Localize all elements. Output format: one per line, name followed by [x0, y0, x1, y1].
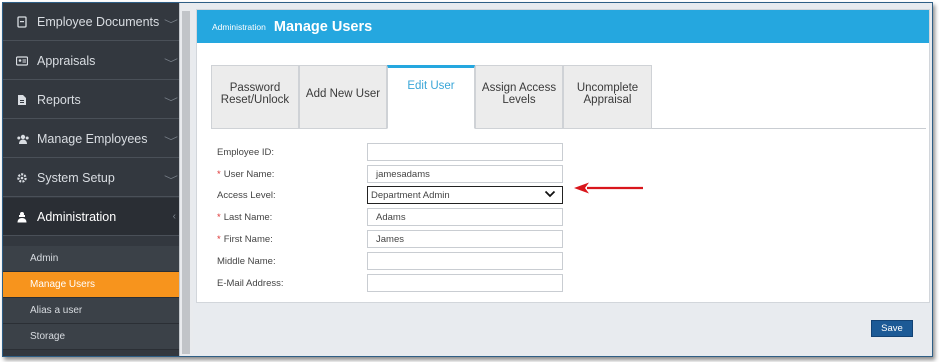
required-marker: * [217, 211, 221, 223]
document-icon [16, 15, 28, 28]
middle-name-row: Middle Name: [217, 252, 563, 270]
chevron-left-icon: ‹ [172, 211, 176, 222]
sidebar-subitem-label: Admin [30, 253, 59, 264]
sidebar-item-label: Administration [37, 209, 117, 224]
user-name-field[interactable]: jamesadams [367, 165, 563, 183]
email-label: E-Mail Address: [217, 277, 284, 289]
scrollbar-thumb[interactable] [182, 11, 190, 354]
last-name-field[interactable]: Adams [367, 208, 563, 226]
chevron-down-icon: ﹀ [164, 98, 178, 109]
tab-label: Assign Access [481, 82, 557, 94]
chevron-down-icon [544, 190, 558, 201]
tab-uncomplete-appraisal[interactable]: Uncomplete Appraisal [563, 65, 652, 129]
chevron-down-icon: ﹀ [164, 20, 178, 31]
sidebar-subitem-label: Storage [30, 331, 66, 342]
middle-name-label: Middle Name: [217, 255, 276, 267]
sidebar-item-employee-documents[interactable]: Employee Documents ﹀ [3, 3, 179, 41]
sidebar-scrollbar[interactable] [179, 3, 193, 356]
tab-label: Reset/Unlock [220, 94, 290, 106]
last-name-row: * Last Name: Adams [217, 208, 563, 226]
chevron-down-icon: ﹀ [164, 59, 178, 70]
breadcrumb[interactable]: Administration [212, 22, 266, 32]
access-level-select[interactable]: Department Admin [367, 186, 563, 204]
required-marker: * [217, 168, 221, 180]
chevron-down-icon: ﹀ [164, 176, 178, 187]
tab-label: Levels [502, 94, 536, 106]
sidebar-item-label: Appraisals [37, 53, 96, 68]
sidebar-subitem-label: Alias a user [30, 305, 83, 316]
users-icon [16, 133, 29, 145]
sidebar-item-system-setup[interactable]: System Setup ﹀ [3, 159, 179, 197]
employee-id-row: Employee ID: [217, 143, 563, 161]
sidebar-item-reports[interactable]: Reports ﹀ [3, 81, 179, 119]
email-row: E-Mail Address: [217, 274, 563, 292]
required-marker: * [217, 233, 221, 245]
report-icon [16, 94, 28, 106]
employee-id-label: Employee ID: [217, 146, 275, 158]
tab-label: Uncomplete [576, 82, 639, 94]
page-header: Administration Manage Users [197, 10, 929, 43]
access-level-label: Access Level: [217, 189, 276, 201]
first-name-label: First Name: [223, 233, 273, 245]
access-level-value: Department Admin [371, 189, 450, 201]
sidebar-item-label: Manage Employees [37, 131, 148, 146]
email-field[interactable] [367, 274, 563, 292]
sidebar-subitem-alias-a-user[interactable]: Alias a user [3, 298, 179, 324]
main-panel: Administration Manage Users Password Rese… [196, 9, 930, 303]
sidebar-subitem-storage[interactable]: Storage [3, 324, 179, 350]
tab-add-new-user[interactable]: Add New User [299, 65, 387, 129]
user-name-row: * User Name: jamesadams [217, 165, 563, 183]
sidebar-item-manage-employees[interactable]: Manage Employees ﹀ [3, 120, 179, 158]
save-button[interactable]: Save [871, 320, 913, 337]
sidebar-item-administration[interactable]: Administration ‹ [3, 198, 179, 236]
sidebar-subitem-label: Manage Users [30, 279, 96, 290]
user-name-label: User Name: [223, 168, 275, 180]
first-name-field[interactable]: James [367, 230, 563, 248]
sidebar: Employee Documents ﹀ Appraisals ﹀ Report… [3, 3, 179, 356]
app-window: Employee Documents ﹀ Appraisals ﹀ Report… [2, 2, 933, 357]
tab-label: Password [229, 82, 281, 94]
sidebar-item-appraisals[interactable]: Appraisals ﹀ [3, 42, 179, 80]
page-title: Manage Users [273, 18, 373, 35]
last-name-label: Last Name: [223, 211, 273, 223]
tab-bar: Password Reset/Unlock Add New User Edit U… [211, 65, 926, 129]
tab-edit-user[interactable]: Edit User [387, 65, 475, 129]
middle-name-field[interactable] [367, 252, 563, 270]
tab-label: Edit User [407, 80, 455, 92]
tab-label: Appraisal [583, 94, 632, 106]
admin-icon [16, 211, 28, 223]
tab-assign-access-levels[interactable]: Assign Access Levels [475, 65, 563, 129]
access-level-row: Access Level: Department Admin [217, 186, 563, 204]
employee-id-field[interactable] [367, 143, 563, 161]
first-name-row: * First Name: James [217, 230, 563, 248]
sidebar-item-label: Reports [37, 92, 81, 107]
id-card-icon [15, 55, 29, 67]
gear-icon [16, 172, 28, 184]
sidebar-item-label: Employee Documents [37, 14, 160, 29]
tab-label: Add New User [305, 88, 381, 100]
sidebar-subitem-admin[interactable]: Admin [3, 246, 179, 272]
sidebar-subitem-manage-users[interactable]: Manage Users [3, 272, 179, 298]
chevron-down-icon: ﹀ [164, 137, 178, 148]
annotation-arrow-icon [573, 181, 645, 200]
sidebar-item-label: System Setup [37, 170, 115, 185]
tab-password-reset-unlock[interactable]: Password Reset/Unlock [211, 65, 299, 129]
